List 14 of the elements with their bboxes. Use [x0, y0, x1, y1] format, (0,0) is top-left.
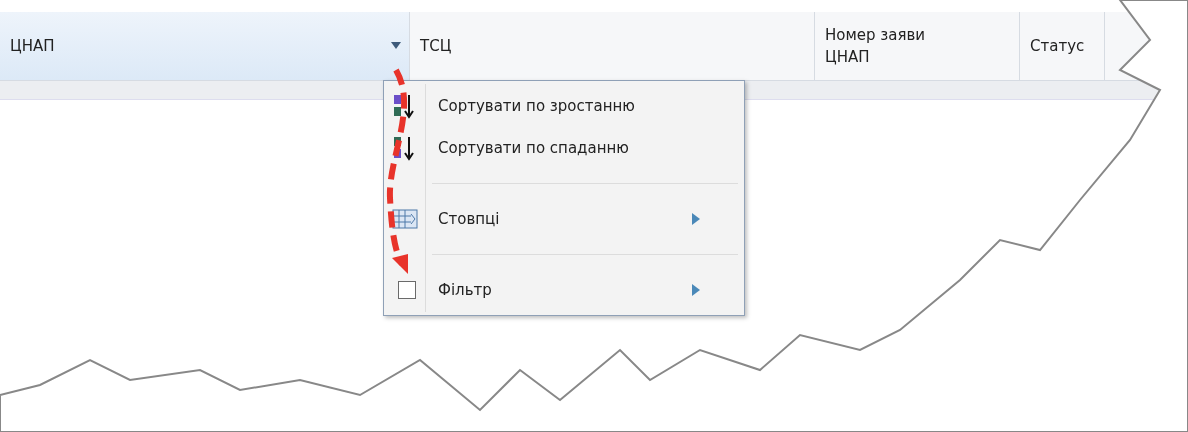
column-header[interactable]: Статус [1020, 12, 1105, 80]
menu-item[interactable]: Сортувати по спаданню [384, 127, 744, 169]
menu-item[interactable]: Сортувати по зростанню [384, 85, 744, 127]
menu-item[interactable]: Фільтр [384, 269, 744, 311]
menu-item[interactable]: Стовпці [384, 198, 744, 240]
dropdown-arrow-icon[interactable] [391, 42, 401, 49]
submenu-arrow-icon [692, 213, 700, 225]
columns-icon [392, 209, 418, 229]
submenu-arrow-icon [692, 284, 700, 296]
sort-ascending-icon [392, 93, 416, 119]
sort-descending-icon [392, 135, 416, 161]
column-header[interactable]: ЦНАП [0, 12, 410, 80]
column-header[interactable]: Номер заяви ЦНАП [815, 12, 1020, 80]
checkbox[interactable] [398, 281, 416, 299]
